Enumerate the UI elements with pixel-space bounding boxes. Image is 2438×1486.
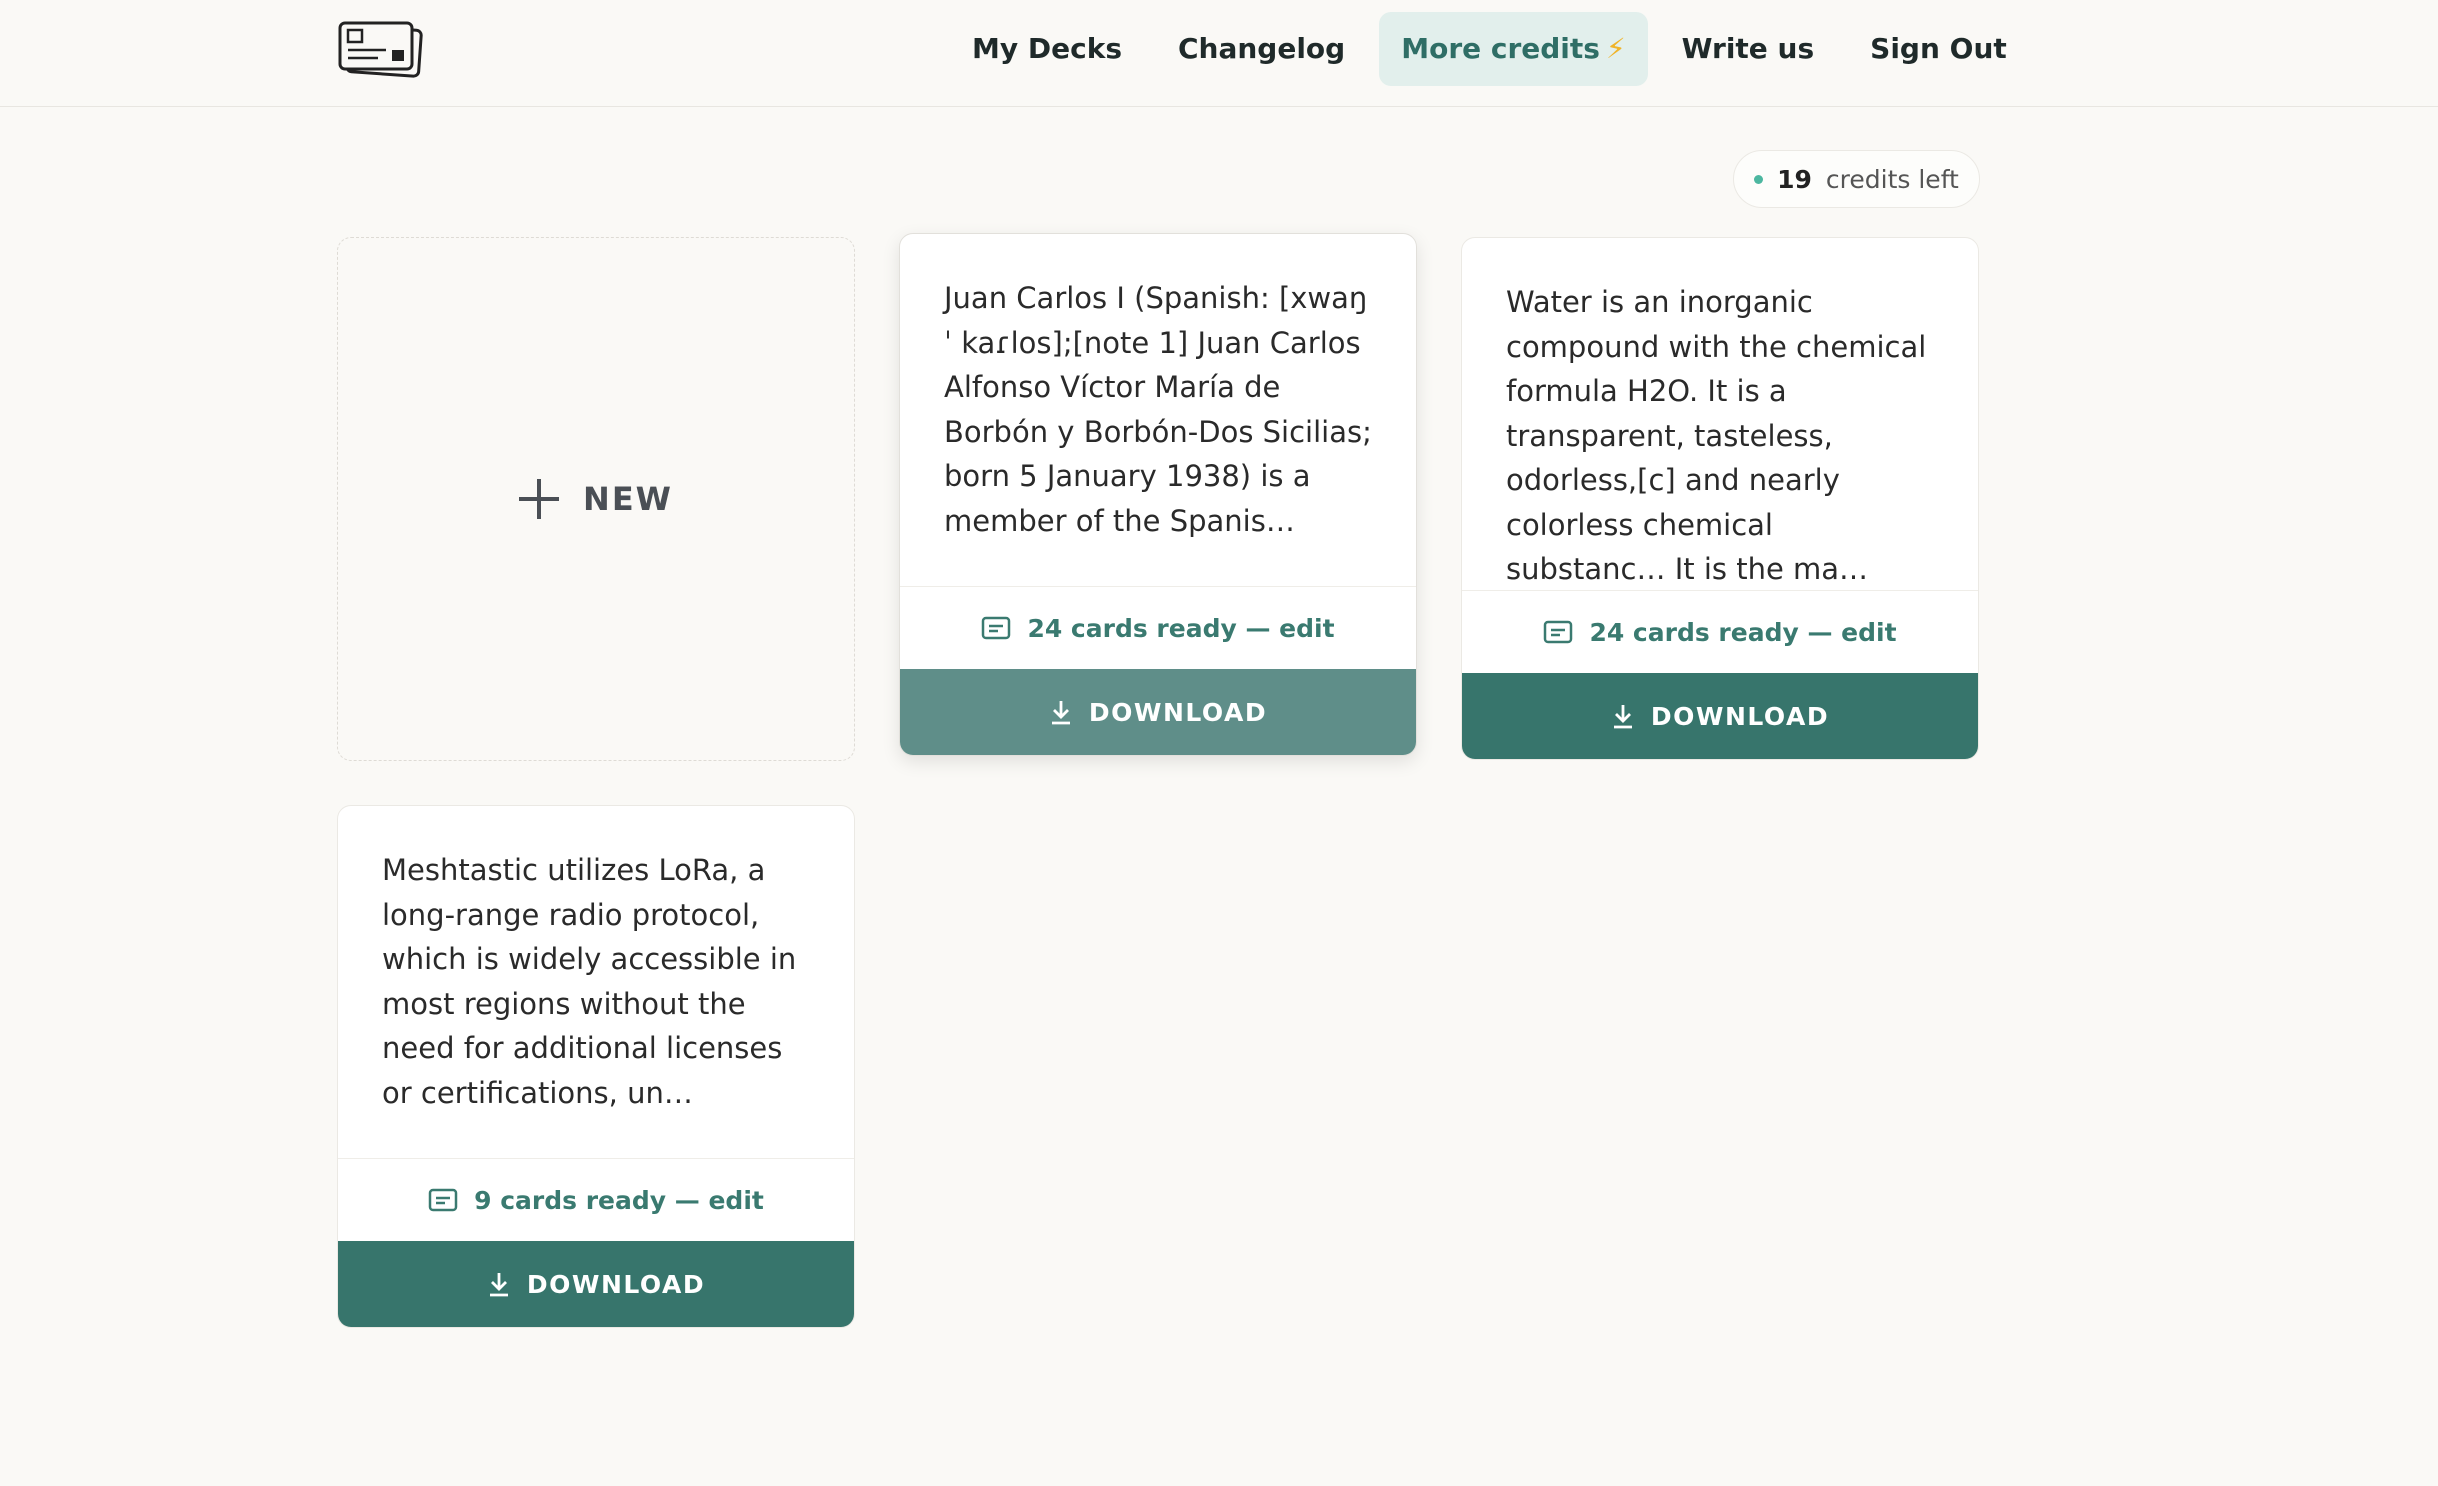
deck-card[interactable]: Juan Carlos I (Spanish: [xwaŋˈ kaɾlos];[…: [899, 233, 1417, 756]
nav-my-decks[interactable]: My Decks: [950, 12, 1144, 86]
deck-preview-text: Meshtastic utilizes LoRa, a long-range r…: [382, 853, 797, 1110]
card-icon: [1544, 620, 1573, 644]
plus-icon: [519, 479, 560, 519]
credits-badge: 19 credits left: [1733, 150, 1980, 208]
deck-card[interactable]: Meshtastic utilizes LoRa, a long-range r…: [337, 805, 855, 1328]
nav-more-credits[interactable]: More credits ⚡: [1379, 12, 1648, 86]
credits-count: 19: [1777, 164, 1812, 194]
new-deck-label: NEW: [583, 480, 673, 518]
card-icon: [428, 1188, 458, 1212]
nav-sign-out[interactable]: Sign Out: [1848, 12, 2029, 86]
flashcards-logo-icon[interactable]: [338, 20, 424, 78]
download-button[interactable]: DOWNLOAD: [338, 1241, 854, 1327]
download-button[interactable]: DOWNLOAD: [900, 669, 1416, 755]
download-icon: [489, 1273, 508, 1297]
deck-preview-text: Water is an inorganic compound with the …: [1506, 285, 1927, 586]
nav-changelog[interactable]: Changelog: [1156, 12, 1367, 86]
card-icon: [982, 616, 1011, 640]
deck-meta-label: 24 cards ready — edit: [1589, 617, 1897, 647]
credits-label: credits left: [1825, 164, 1959, 194]
download-label: DOWNLOAD: [1650, 701, 1830, 731]
deck-edit-link[interactable]: 9 cards ready — edit: [338, 1158, 854, 1241]
deck-edit-link[interactable]: 24 cards ready — edit: [1462, 590, 1978, 673]
download-icon: [1051, 701, 1070, 725]
download-button[interactable]: DOWNLOAD: [1462, 673, 1978, 759]
new-deck-button[interactable]: NEW: [337, 237, 855, 761]
lightning-icon: ⚡: [1605, 32, 1626, 65]
download-icon: [1613, 705, 1632, 729]
status-dot-icon: [1754, 174, 1764, 184]
deck-meta-label: 9 cards ready — edit: [474, 1185, 764, 1215]
nav-write-us[interactable]: Write us: [1660, 12, 1837, 86]
download-label: DOWNLOAD: [526, 1269, 706, 1299]
main-nav: My Decks Changelog More credits ⚡ Write u…: [950, 12, 2029, 86]
deck-edit-link[interactable]: 24 cards ready — edit: [900, 586, 1416, 669]
deck-meta-label: 24 cards ready — edit: [1027, 613, 1335, 643]
top-header: My Decks Changelog More credits ⚡ Write u…: [0, 0, 2438, 107]
download-label: DOWNLOAD: [1088, 697, 1268, 727]
deck-card[interactable]: Water is an inorganic compound with the …: [1461, 237, 1979, 760]
nav-more-credits-label: More credits: [1401, 32, 1600, 65]
deck-preview-text: Juan Carlos I (Spanish: [xwaŋˈ kaɾlos];[…: [944, 281, 1372, 538]
